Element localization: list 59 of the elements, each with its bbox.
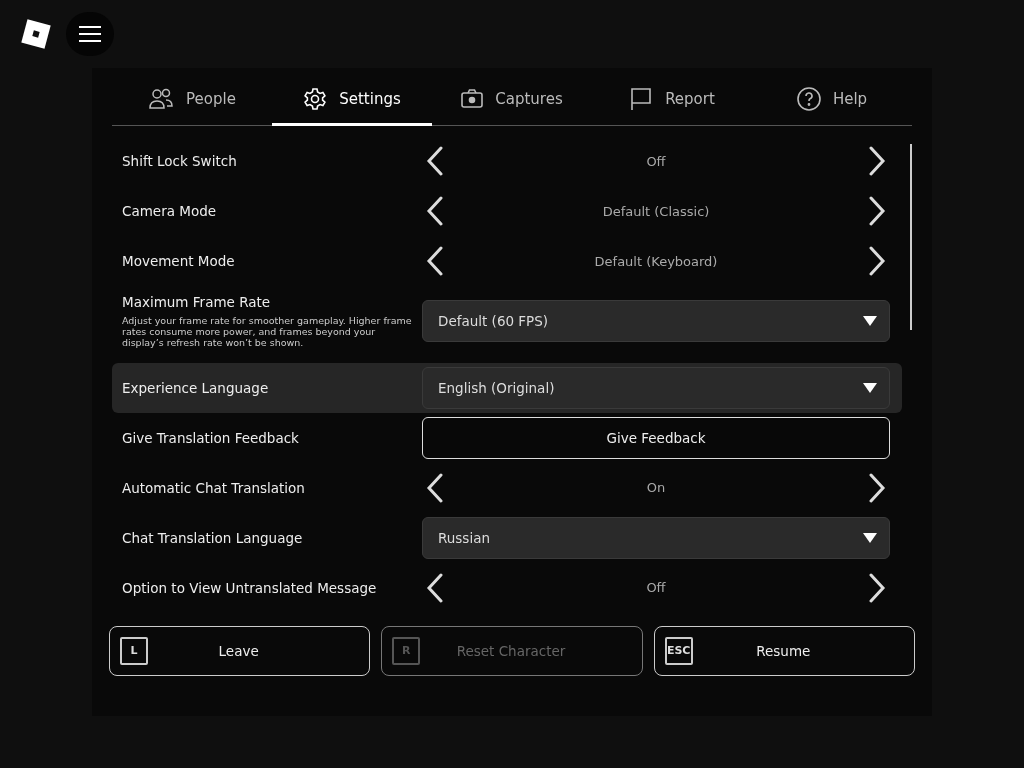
- feedback-button[interactable]: Give Feedback: [422, 416, 890, 459]
- dropdown-caret-icon: [863, 382, 877, 393]
- key-hint: ESC: [664, 636, 693, 665]
- setting-value: On: [646, 480, 666, 496]
- people-icon: [148, 86, 175, 111]
- chevron-left-icon: [426, 146, 444, 176]
- dropdown[interactable]: English (Original): [422, 366, 890, 409]
- setting-label: Experience Language: [122, 379, 270, 396]
- tab[interactable]: People: [112, 74, 272, 126]
- setting-label: Chat Translation Language: [122, 529, 304, 546]
- setting-row[interactable]: Camera Mode Default (Classic): [112, 186, 902, 236]
- dropdown-caret-icon: [863, 532, 877, 543]
- setting-value: Default (Keyboard): [594, 253, 718, 269]
- chevron-left-icon: [426, 472, 444, 503]
- setting-label: Camera Mode: [122, 203, 218, 219]
- menu-button[interactable]: [66, 12, 114, 56]
- key-hint: R: [392, 636, 421, 665]
- chevron-right-icon: [868, 472, 886, 503]
- setting-label: Maximum Frame Rate: [122, 294, 272, 310]
- tab[interactable]: Captures: [432, 74, 592, 126]
- key-hint: L: [120, 636, 148, 665]
- scrollbar[interactable]: [910, 144, 912, 330]
- setting-label: Shift Lock Switch: [122, 153, 238, 169]
- menu-icon: [79, 26, 101, 42]
- chevron-right-icon: [868, 196, 886, 226]
- setting-value: Off: [646, 580, 666, 596]
- setting-label: Give Translation Feedback: [122, 429, 300, 446]
- chevron-left-icon: [426, 572, 444, 603]
- camera-icon: [461, 88, 484, 109]
- tab[interactable]: Report: [592, 74, 752, 126]
- chevron-left-icon: [426, 246, 444, 276]
- flag-icon: [629, 86, 654, 111]
- setting-row[interactable]: Automatic Chat Translation On: [112, 462, 902, 513]
- setting-row[interactable]: Give Translation Feedback Give Feedback: [112, 412, 902, 463]
- tab[interactable]: Settings: [272, 74, 432, 126]
- setting-value: Off: [646, 153, 666, 169]
- action-button[interactable]: L Leave: [109, 625, 371, 676]
- dropdown[interactable]: Russian: [422, 516, 890, 559]
- setting-row[interactable]: Shift Lock Switch Off: [112, 136, 902, 186]
- help-icon: [796, 86, 821, 111]
- setting-label: Movement Mode: [122, 253, 236, 269]
- setting-row[interactable]: Maximum Frame Rate Adjust your frame rate for smoother gameplay. Higher frame rates consume more power, and frames beyond your display’s refresh rate won’t be shown. Default (60 FPS): [112, 288, 902, 353]
- settings-icon: [303, 86, 328, 111]
- setting-description: Adjust your frame rate for smoother gameplay. Higher frame rates consume more power, and frames beyond your display’s refresh rate won’t be shown.: [122, 316, 413, 349]
- action-button[interactable]: ESC Resume: [653, 625, 915, 676]
- chevron-right-icon: [868, 146, 886, 176]
- setting-row[interactable]: Option to View Untranslated Message Off: [112, 562, 902, 613]
- setting-label: Automatic Chat Translation: [122, 479, 306, 496]
- setting-row[interactable]: Chat Translation Language Russian: [112, 512, 902, 563]
- chevron-left-icon: [426, 196, 444, 226]
- dropdown[interactable]: Default (60 FPS): [422, 300, 890, 343]
- setting-row[interactable]: Experience Language English (Original): [112, 362, 902, 413]
- setting-value: Default (Classic): [602, 203, 710, 219]
- chevron-right-icon: [868, 572, 886, 603]
- setting-row[interactable]: Movement Mode Default (Keyboard): [112, 236, 902, 286]
- tab[interactable]: Help: [752, 74, 912, 126]
- dropdown-caret-icon: [863, 316, 877, 327]
- chevron-right-icon: [868, 246, 886, 276]
- setting-label: Option to View Untranslated Message: [122, 579, 378, 596]
